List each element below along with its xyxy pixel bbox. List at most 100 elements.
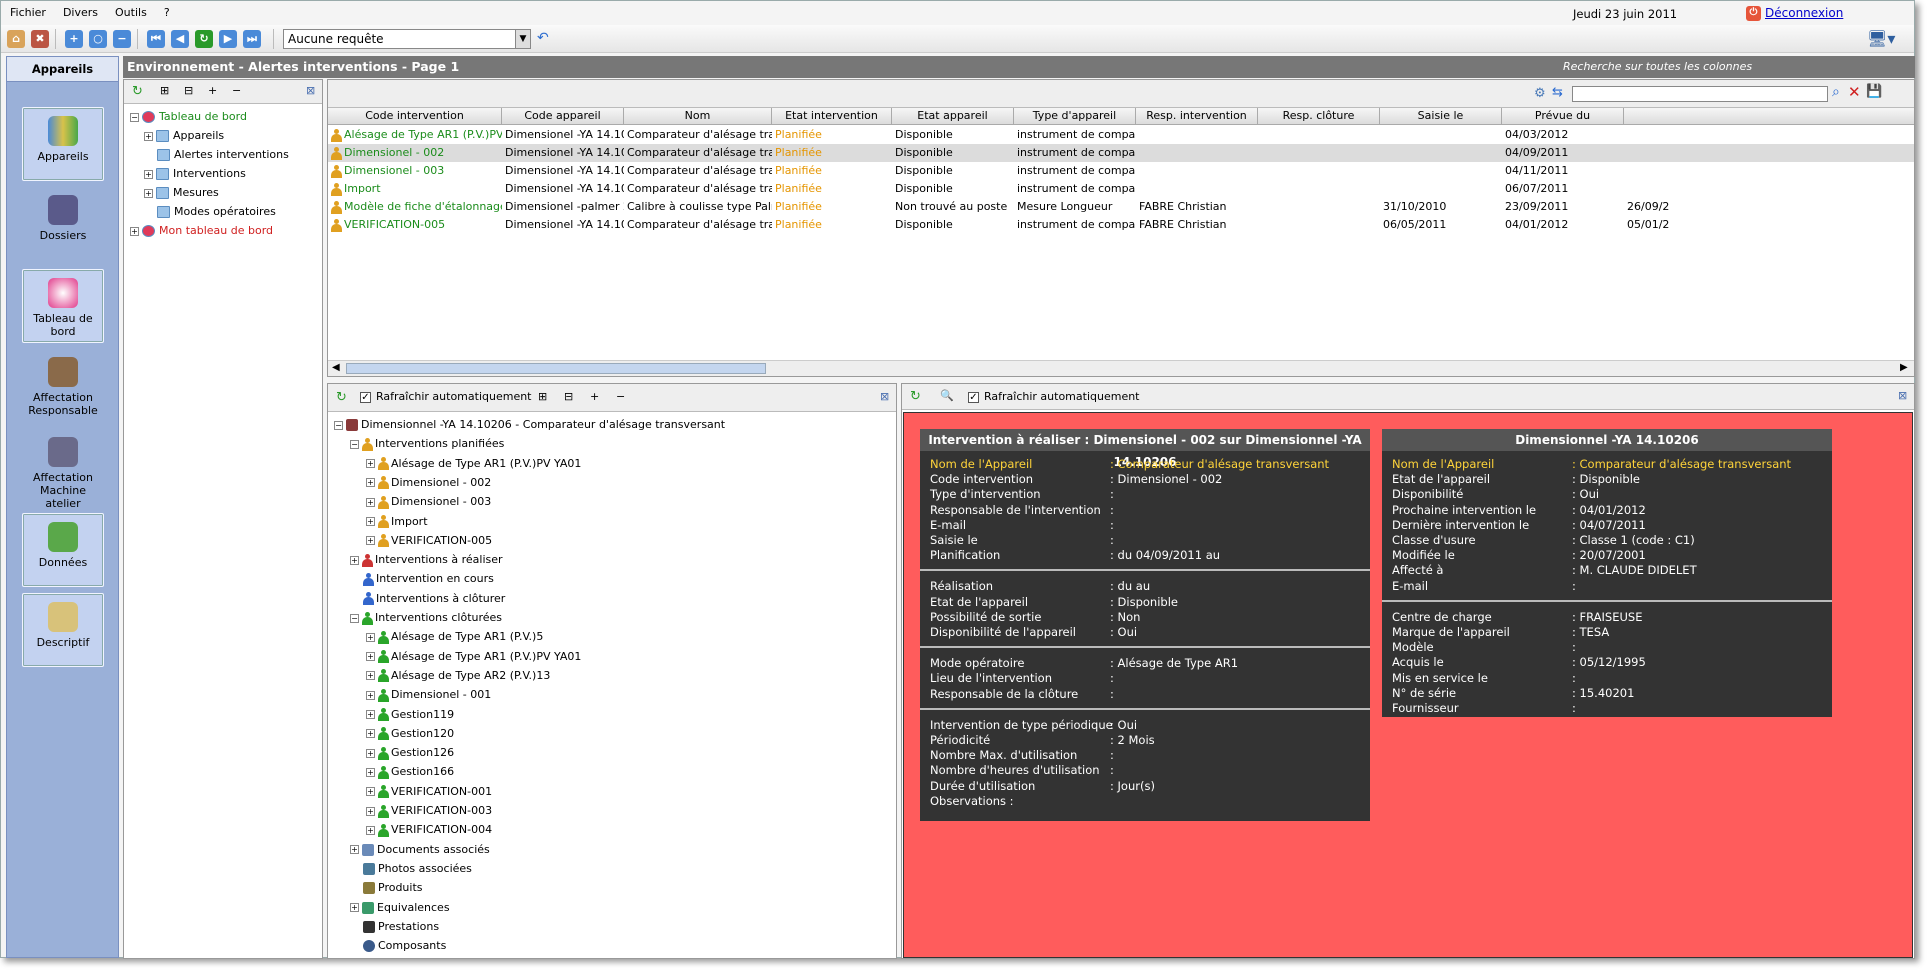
tree-item[interactable]: + Alésage de Type AR2 (P.V.)13 — [366, 667, 550, 685]
collapse-all-icon[interactable]: ⊟ — [564, 390, 573, 403]
tree-item[interactable]: Modes opératoires — [144, 203, 276, 221]
monitor-icon[interactable]: 🖥▾ — [1867, 29, 1895, 48]
scroll-left-icon[interactable]: ◀ — [332, 362, 340, 373]
scrollbar-thumb[interactable] — [346, 363, 766, 374]
tree-item[interactable]: − Tableau de bord — [130, 108, 247, 126]
undo-icon[interactable]: ↶ — [537, 30, 549, 46]
home-icon[interactable]: ⌂ — [7, 30, 25, 48]
first-page-icon[interactable]: ⏮ — [147, 30, 165, 48]
circle-icon[interactable]: ○ — [89, 30, 107, 48]
last-page-icon[interactable]: ⏭ — [243, 30, 261, 48]
column-header[interactable]: Etat intervention — [772, 108, 892, 125]
close-icon[interactable]: ⊠ — [306, 84, 315, 97]
column-header[interactable]: Nom — [624, 108, 772, 125]
preview-icon[interactable]: 🔍 — [940, 389, 954, 402]
add-icon[interactable]: + — [65, 30, 83, 48]
expand-icon[interactable]: + — [366, 671, 375, 681]
tree-item[interactable]: − Dimensionnel -YA 14.10206 - Comparateur… — [334, 416, 725, 434]
menu-fichier[interactable]: Fichier — [1, 1, 54, 19]
expand-all-icon[interactable]: ⊞ — [160, 84, 169, 97]
tools-icon[interactable]: ✖ — [31, 30, 49, 48]
tree-item[interactable]: + Dimensionel - 002 — [366, 474, 491, 492]
collapse-icon[interactable]: − — [350, 613, 359, 623]
column-header[interactable]: Code intervention — [328, 108, 502, 125]
tree-item[interactable]: + Interventions à réaliser — [350, 551, 503, 569]
tree-item[interactable]: + Alésage de Type AR1 (P.V.)PV YA01 — [366, 455, 581, 473]
refresh-icon[interactable]: ↻ — [132, 84, 143, 99]
collapse-icon[interactable]: − — [334, 420, 343, 430]
tree-item[interactable]: Interventions à clôturer — [350, 590, 505, 608]
clear-icon[interactable]: ✕ — [1848, 83, 1861, 101]
tree-item[interactable]: − Interventions clôturées — [350, 609, 502, 627]
menu-outils[interactable]: Outils — [106, 1, 155, 19]
tree-item[interactable]: + Gestion119 — [366, 706, 454, 724]
expand-icon[interactable]: + — [590, 390, 599, 403]
expand-icon[interactable]: + — [144, 169, 153, 179]
table-row[interactable]: Import Dimensionel -YA 14.10206Comparateu… — [328, 180, 1914, 198]
column-header[interactable]: Resp. intervention — [1136, 108, 1258, 125]
expand-icon[interactable]: + — [366, 459, 375, 469]
expand-icon[interactable]: + — [366, 729, 375, 739]
tree-item[interactable]: + Alésage de Type AR1 (P.V.)5 — [366, 628, 543, 646]
table-row[interactable]: Dimensionel - 002 Dimensionel -YA 14.1020… — [328, 144, 1914, 162]
tree-item[interactable]: + VERIFICATION-003 — [366, 802, 492, 820]
tree-item[interactable]: + VERIFICATION-001 — [366, 783, 492, 801]
expand-icon[interactable]: + — [366, 825, 375, 835]
menu-divers[interactable]: Divers — [54, 1, 106, 19]
tree-item[interactable]: + Appareils — [144, 127, 224, 145]
refresh-icon[interactable]: ↻ — [336, 390, 347, 405]
logout-link[interactable]: Déconnexion — [1765, 6, 1843, 20]
expand-icon[interactable]: + — [350, 555, 359, 565]
tree-item[interactable]: + Gestion126 — [366, 744, 454, 762]
tree-item[interactable]: + Dimensionel - 001 — [366, 686, 491, 704]
close-icon[interactable]: ⊠ — [880, 390, 889, 403]
expand-icon[interactable]: + — [366, 632, 375, 642]
menu-help[interactable]: ? — [155, 1, 178, 19]
nav-tableau-de-bord[interactable]: Tableau de bord — [22, 269, 104, 343]
tree-item[interactable]: Produits — [350, 879, 423, 897]
expand-all-icon[interactable]: ⊞ — [538, 390, 547, 403]
tree-item[interactable]: Photos associées — [350, 860, 472, 878]
expand-icon[interactable]: + — [366, 690, 375, 700]
collapse-icon[interactable]: − — [350, 439, 359, 449]
expand-icon[interactable]: + — [366, 652, 375, 662]
expand-icon[interactable]: + — [144, 131, 153, 141]
query-select[interactable]: Aucune requête — [283, 29, 531, 49]
auto-refresh-checkbox[interactable]: ✓ — [360, 390, 375, 403]
nav-donnees[interactable]: Données — [22, 513, 104, 587]
column-header[interactable]: Code appareil — [502, 108, 624, 125]
tree-item[interactable]: + VERIFICATION-005 — [366, 532, 492, 550]
expand-icon[interactable]: + — [366, 478, 375, 488]
tree-item[interactable]: + Mon tableau de bord — [130, 222, 273, 240]
expand-icon[interactable]: + — [350, 845, 359, 855]
tree-item[interactable]: Intervention en cours — [350, 570, 494, 588]
expand-icon[interactable]: + — [144, 188, 153, 198]
expand-icon[interactable]: + — [366, 787, 375, 797]
column-header[interactable]: Etat appareil — [892, 108, 1014, 125]
nav-affectation-responsable[interactable]: Affectation Responsable — [22, 349, 104, 423]
nav-dossiers[interactable]: Dossiers — [22, 187, 104, 261]
chevron-down-icon[interactable]: ▼ — [515, 30, 530, 48]
expand-icon[interactable]: + — [350, 903, 359, 912]
tree-item[interactable]: + Dimensionel - 003 — [366, 493, 491, 511]
power-icon[interactable]: ⏻ — [1746, 6, 1761, 21]
collapse-all-icon[interactable]: ⊟ — [184, 84, 193, 97]
expand-icon[interactable]: + — [366, 710, 375, 719]
expand-icon[interactable]: + — [366, 806, 375, 816]
tree-item[interactable]: + Gestion120 — [366, 725, 454, 743]
tree-item[interactable]: Composants — [350, 937, 446, 955]
tree-item[interactable]: Prestations — [350, 918, 439, 936]
save-icon[interactable]: 💾 — [1866, 84, 1882, 99]
next-page-icon[interactable]: ▶ — [219, 30, 237, 48]
tree-item[interactable]: − Interventions planifiées — [350, 435, 504, 453]
search-icon[interactable]: ⌕ — [1832, 84, 1840, 100]
tree-item[interactable]: + VERIFICATION-004 — [366, 821, 492, 839]
tree-item[interactable]: + Mesures — [144, 184, 219, 202]
nav-descriptif[interactable]: Descriptif — [22, 593, 104, 667]
tree-item[interactable]: + Import — [366, 513, 428, 531]
tree-item[interactable]: + Alésage de Type AR1 (P.V.)PV YA01 — [366, 648, 581, 666]
expand-icon[interactable]: + — [208, 84, 217, 97]
expand-icon[interactable]: + — [366, 517, 375, 526]
tree-item[interactable]: + Documents associés — [350, 841, 490, 859]
grid-search-input[interactable] — [1572, 86, 1828, 102]
